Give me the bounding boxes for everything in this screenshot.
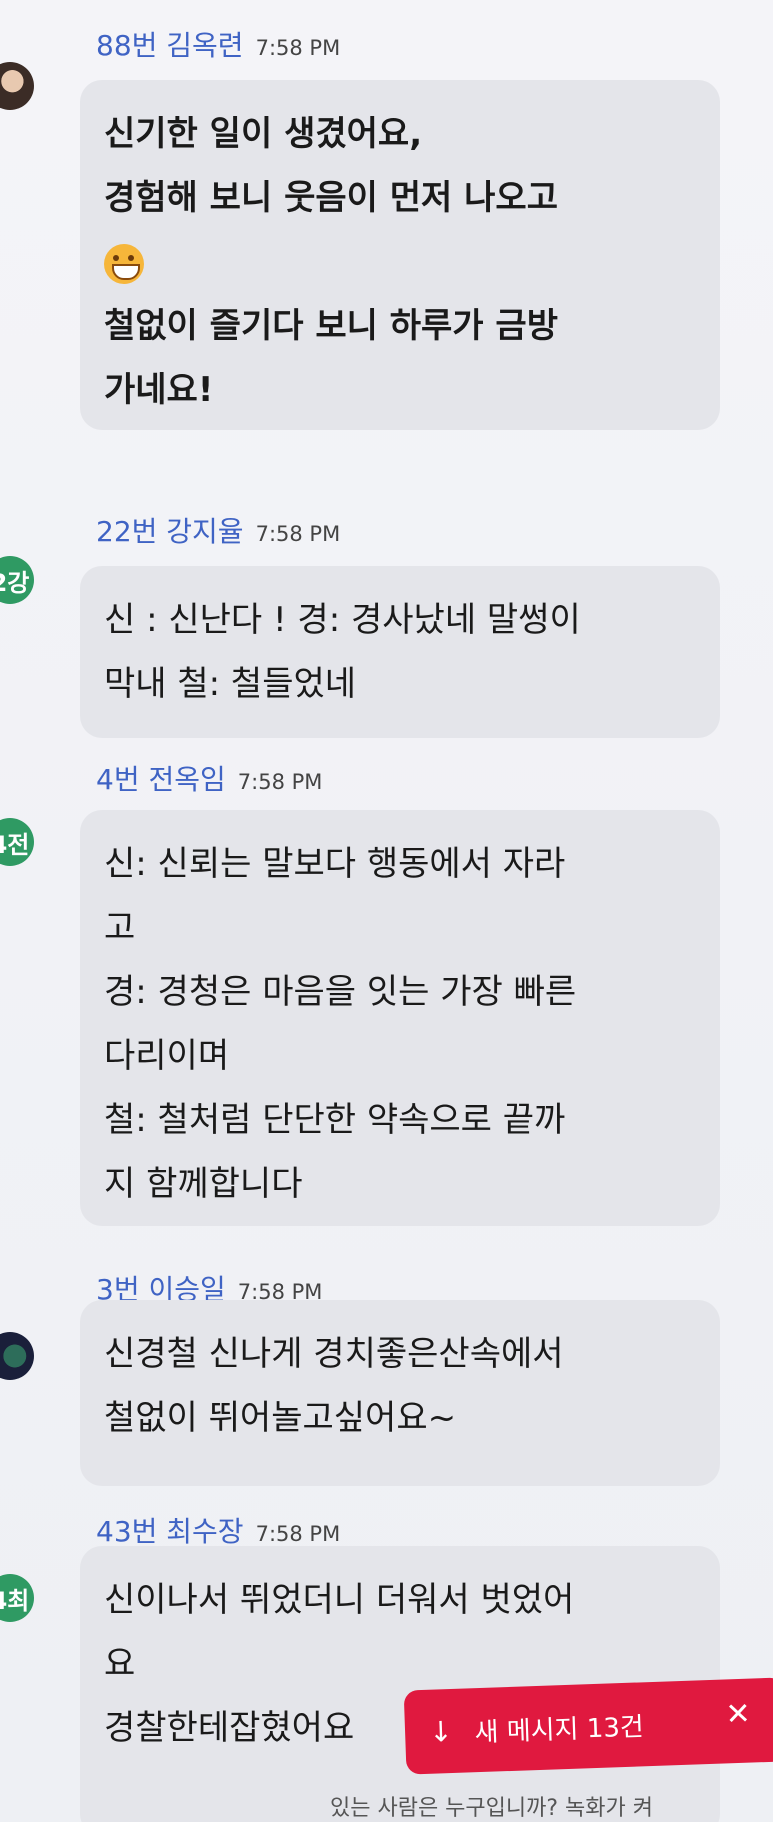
message-time: 7:58 PM: [255, 1522, 341, 1546]
close-icon[interactable]: ✕: [725, 1697, 751, 1733]
message-bubble: 신경철 신나게 경치좋은산속에서 철없이 뛰어놀고싶어요~: [80, 1300, 720, 1486]
message-time: 7:58 PM: [255, 36, 341, 60]
message-line: 철없이 즐기다 보니 하루가 금방: [104, 306, 558, 346]
grinning-face-icon: [104, 243, 144, 284]
message-line: 지 함께합니다: [104, 1164, 303, 1204]
message-line: 막내 철: 철들었네: [104, 664, 357, 704]
arrow-down-icon: ↓: [428, 1714, 454, 1749]
sender-name[interactable]: 4번 전옥임: [96, 758, 226, 798]
message-line: 가네요!: [104, 370, 214, 410]
message-line: 신경철 신나게 경치좋은산속에서: [104, 1334, 564, 1374]
avatar[interactable]: 4최: [0, 1574, 34, 1622]
message-time: 7:58 PM: [255, 522, 341, 546]
avatar-initials: 4전: [0, 830, 30, 859]
message-time: 7:58 PM: [237, 770, 323, 794]
avatar[interactable]: [0, 62, 34, 110]
message-header: 88번 김옥련 7:58 PM: [96, 24, 340, 64]
message-line: 다리이며: [104, 1036, 230, 1076]
avatar[interactable]: [0, 1332, 34, 1380]
message-line: 고: [104, 908, 136, 948]
message-line: 신기한 일이 생겼어요,: [104, 114, 423, 154]
message-bubble: 신기한 일이 생겼어요, 경험해 보니 웃음이 먼저 나오고 철없이 즐기다 보…: [80, 80, 720, 430]
message-bubble: 신: 신뢰는 말보다 행동에서 자라 고 경: 경청은 마음을 잇는 가장 빠른…: [80, 810, 720, 1226]
sender-name[interactable]: 88번 김옥련: [96, 24, 244, 64]
message-line: 신: 신뢰는 말보다 행동에서 자라: [104, 844, 566, 884]
message-line: 경험해 보니 웃음이 먼저 나오고: [104, 178, 558, 218]
message-line: 철없이 뛰어놀고싶어요~: [104, 1398, 457, 1438]
footer-hint: 있는 사람은 누구입니까? 녹화가 켜: [330, 1796, 654, 1821]
chat-view: 88번 김옥련 7:58 PM 신기한 일이 생겼어요, 경험해 보니 웃음이 …: [0, 0, 773, 1822]
message-header: 4번 전옥임 7:58 PM: [96, 758, 322, 798]
avatar[interactable]: 4전: [0, 818, 34, 866]
avatar-initials: 2강: [0, 568, 30, 597]
message-line: 철: 철처럼 단단한 약속으로 끝까: [104, 1100, 566, 1140]
message-line: 신이나서 뛰었더니 더워서 벗었어: [104, 1580, 575, 1620]
new-messages-button[interactable]: ↓ 새 메시지 13건 ✕: [403, 1677, 773, 1775]
avatar-initials: 4최: [0, 1586, 30, 1615]
message-header: 43번 최수장 7:58 PM: [96, 1510, 340, 1550]
message-header: 22번 강지율 7:58 PM: [96, 510, 340, 550]
message-bubble: 신 : 신난다 ! 경: 경사났네 말썽이 막내 철: 철들었네: [80, 566, 720, 738]
new-messages-label: 새 메시지 13건: [474, 1711, 645, 1748]
avatar[interactable]: 2강: [0, 556, 34, 604]
sender-name[interactable]: 22번 강지율: [96, 510, 244, 550]
message-line: 경: 경청은 마음을 잇는 가장 빠른: [104, 972, 577, 1012]
sender-name[interactable]: 43번 최수장: [96, 1510, 244, 1550]
message-line: 신 : 신난다 ! 경: 경사났네 말썽이: [104, 600, 581, 640]
